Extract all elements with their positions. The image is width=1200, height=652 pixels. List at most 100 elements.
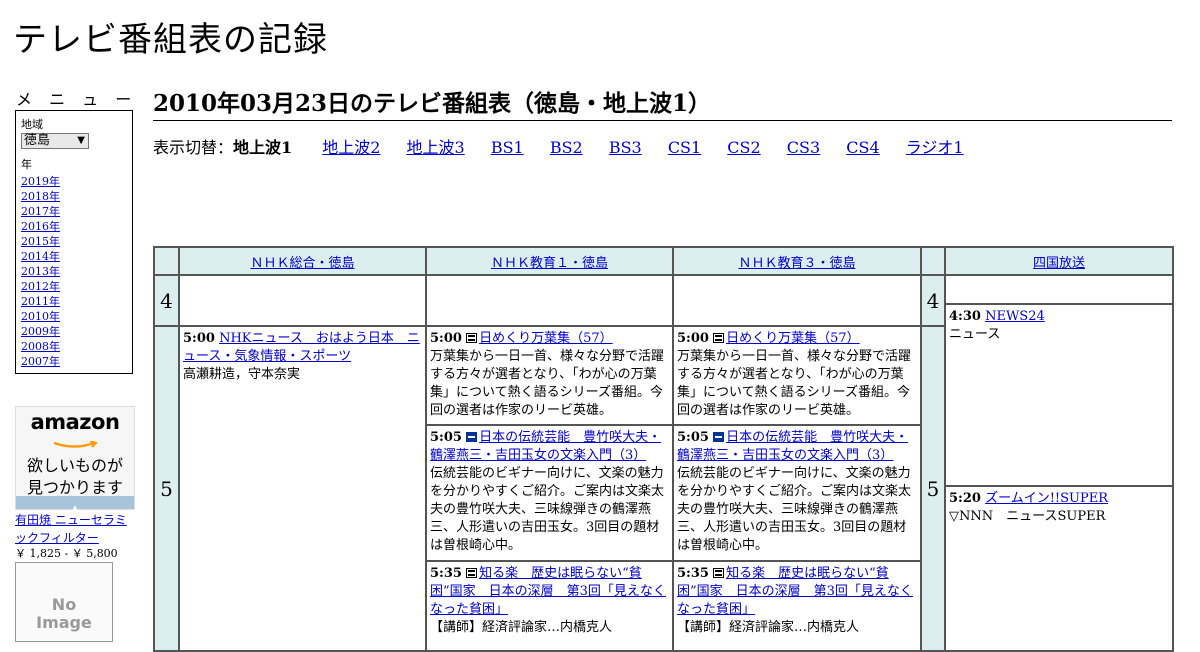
channel-link-nhk-edu1[interactable]: ＮＨＫ教育１・徳島 bbox=[491, 256, 608, 271]
region-select[interactable]: 徳島 ▼ bbox=[21, 133, 89, 149]
header-hour-cell bbox=[153, 246, 180, 276]
hour-label: 4 bbox=[153, 274, 180, 327]
amazon-smile-icon bbox=[53, 440, 98, 448]
year-link-2013[interactable]: 2013年 bbox=[21, 265, 60, 278]
program-description: 高瀬耕造，守本奈実 bbox=[183, 367, 301, 382]
program-description: ▽NNN ニュースSUPER bbox=[949, 509, 1106, 524]
view-link-terrestrial3[interactable]: 地上波3 bbox=[407, 138, 465, 157]
program-cell-empty bbox=[425, 274, 674, 327]
program-time: 5:35 bbox=[430, 566, 462, 581]
program-time: 5:05 bbox=[430, 430, 462, 445]
program-cell: 5:20 ズームイン!!SUPER ▽NNN ニュースSUPER bbox=[944, 485, 1174, 652]
hour-label: 5 bbox=[920, 325, 946, 652]
page-title: 2010年03月23日のテレビ番組表（徳島・地上波1） bbox=[153, 84, 1172, 121]
program-title-link[interactable]: 日めくり万葉集（57） bbox=[726, 331, 860, 346]
program-cell: 5:35 知る楽 歴史は眠らない“貧困”国家 日本の深層 第3回「見えなくなった… bbox=[672, 560, 922, 652]
program-cell: 5:00 NHKニュース おはよう日本 ニュース・気象情報・スポーツ 高瀬耕造，… bbox=[178, 325, 427, 652]
year-link-2018[interactable]: 2018年 bbox=[21, 190, 60, 203]
subtitle-icon bbox=[466, 432, 478, 442]
view-current: 地上波1 bbox=[233, 138, 293, 157]
program-description: 【講師】経済評論家…内橋克人 bbox=[430, 620, 613, 635]
program-time: 5:00 bbox=[183, 331, 215, 346]
amazon-ad-toggle-bar[interactable]: ▲ bbox=[16, 496, 134, 514]
year-link-2007[interactable]: 2007年 bbox=[21, 355, 60, 368]
program-cell: 5:00 日めくり万葉集（57） 万葉集から一日一首、様々な分野で活躍する方々が… bbox=[425, 325, 674, 426]
program-title-link[interactable]: 日本の伝統芸能 豊竹咲大夫・鶴澤燕三・吉田玉女の文楽入門（3） bbox=[677, 430, 908, 463]
program-cell-empty bbox=[944, 274, 1174, 305]
program-description: 万葉集から一日一首、様々な分野で活躍する方々が選者となり、「わが心の万葉集」につ… bbox=[430, 349, 665, 418]
channel-header: ＮＨＫ教育１・徳島 bbox=[425, 246, 674, 276]
year-label: 年 bbox=[21, 158, 32, 171]
channel-header: ＮＨＫ教育３・徳島 bbox=[672, 246, 922, 276]
program-time: 5:00 bbox=[677, 331, 709, 346]
year-link-2019[interactable]: 2019年 bbox=[21, 175, 60, 188]
program-time: 5:00 bbox=[430, 331, 462, 346]
year-link-2009[interactable]: 2009年 bbox=[21, 325, 60, 338]
program-description: 伝統芸能のビギナー向けに、文楽の魅力を分かりやすくご紹介。ご案内は文楽太夫の豊竹… bbox=[430, 466, 665, 553]
view-link-cs1[interactable]: CS1 bbox=[668, 138, 701, 157]
program-cell-empty bbox=[672, 274, 922, 327]
ad-product-link[interactable]: 有田焼 ニューセラミックフィルター bbox=[15, 511, 137, 547]
amazon-ad-copy: 欲しいものが 見つかります bbox=[16, 455, 134, 499]
program-cell: 5:00 日めくり万葉集（57） 万葉集から一日一首、様々な分野で活躍する方々が… bbox=[672, 325, 922, 426]
amazon-ad-copy-line1: 欲しいものが bbox=[26, 456, 123, 475]
channel-link-nhk-sogo[interactable]: ＮＨＫ総合・徳島 bbox=[250, 256, 354, 271]
program-time: 5:05 bbox=[677, 430, 709, 445]
channel-header: 四国放送 bbox=[944, 246, 1174, 276]
year-link-2017[interactable]: 2017年 bbox=[21, 205, 60, 218]
region-select-value: 徳島 bbox=[24, 133, 51, 148]
program-title-link[interactable]: 日本の伝統芸能 豊竹咲大夫・鶴澤燕三・吉田玉女の文楽入門（3） bbox=[430, 430, 661, 463]
program-title-link[interactable]: ズームイン!!SUPER bbox=[985, 491, 1108, 506]
view-link-bs2[interactable]: BS2 bbox=[550, 138, 583, 157]
year-link-2014[interactable]: 2014年 bbox=[21, 250, 60, 263]
hour-label: 4 bbox=[920, 274, 946, 327]
ji-icon bbox=[713, 333, 725, 343]
view-link-cs3[interactable]: CS3 bbox=[787, 138, 820, 157]
program-description: 万葉集から一日一首、様々な分野で活躍する方々が選者となり、「わが心の万葉集」につ… bbox=[677, 349, 912, 418]
view-link-bs3[interactable]: BS3 bbox=[609, 138, 642, 157]
ji-icon bbox=[466, 333, 478, 343]
amazon-logo: amazon bbox=[30, 410, 120, 434]
program-cell: 5:05 日本の伝統芸能 豊竹咲大夫・鶴澤燕三・吉田玉女の文楽入門（3） 伝統芸… bbox=[672, 424, 922, 562]
program-cell: 5:05 日本の伝統芸能 豊竹咲大夫・鶴澤燕三・吉田玉女の文楽入門（3） 伝統芸… bbox=[425, 424, 674, 562]
year-link-2015[interactable]: 2015年 bbox=[21, 235, 60, 248]
view-link-bs1[interactable]: BS1 bbox=[491, 138, 524, 157]
subtitle-icon bbox=[713, 432, 725, 442]
no-image-line2: Image bbox=[36, 613, 92, 632]
program-time: 4:30 bbox=[949, 309, 981, 324]
no-image-line1: No bbox=[51, 595, 77, 614]
program-cell-empty bbox=[178, 274, 427, 327]
program-grid: ＮＨＫ総合・徳島 ＮＨＫ教育１・徳島 ＮＨＫ教育３・徳島 四国放送 4 4 4:… bbox=[153, 246, 1174, 652]
dropdown-arrow-icon: ▼ bbox=[77, 135, 85, 146]
program-cell: 4:30 NEWS24 ニュース bbox=[944, 303, 1174, 487]
year-link-2008[interactable]: 2008年 bbox=[21, 340, 60, 353]
ji-icon bbox=[713, 568, 725, 578]
year-link-2010[interactable]: 2010年 bbox=[21, 310, 60, 323]
channel-link-nhk-edu3[interactable]: ＮＨＫ教育３・徳島 bbox=[738, 256, 855, 271]
year-link-2012[interactable]: 2012年 bbox=[21, 280, 60, 293]
ji-icon bbox=[466, 568, 478, 578]
program-title-link[interactable]: 日めくり万葉集（57） bbox=[479, 331, 613, 346]
hour-label: 5 bbox=[153, 325, 180, 652]
view-switcher: 表示切替：地上波1 地上波2 地上波3 BS1 BS2 BS3 CS1 CS2 … bbox=[153, 134, 985, 158]
no-image-placeholder[interactable]: No Image bbox=[15, 562, 113, 642]
year-link-2016[interactable]: 2016年 bbox=[21, 220, 60, 233]
view-link-terrestrial2[interactable]: 地上波2 bbox=[322, 138, 380, 157]
channel-header: ＮＨＫ総合・徳島 bbox=[178, 246, 427, 276]
program-title-link[interactable]: NEWS24 bbox=[985, 309, 1045, 324]
view-link-radio1[interactable]: ラジオ1 bbox=[906, 138, 964, 157]
program-cell: 5:35 知る楽 歴史は眠らない“貧困”国家 日本の深層 第3回「見えなくなった… bbox=[425, 560, 674, 652]
channel-link-shikoku[interactable]: 四国放送 bbox=[1033, 256, 1085, 271]
menu-heading: メ ニ ュ ー bbox=[16, 90, 138, 109]
program-time: 5:20 bbox=[949, 491, 981, 506]
view-link-cs4[interactable]: CS4 bbox=[846, 138, 879, 157]
menu-panel: 地域 徳島 ▼ 年 2019年 2018年 2017年 2016年 2015年 … bbox=[15, 110, 133, 374]
ad-product-price: ￥ 1,825 - ￥ 5,800 bbox=[15, 547, 118, 560]
program-title-link[interactable]: NHKニュース おはよう日本 ニュース・気象情報・スポーツ bbox=[183, 331, 420, 364]
amazon-ad-banner[interactable]: amazon 欲しいものが 見つかります プライバシーについて ▲ bbox=[15, 406, 135, 514]
year-link-2011[interactable]: 2011年 bbox=[21, 295, 60, 308]
view-link-cs2[interactable]: CS2 bbox=[727, 138, 760, 157]
program-time: 5:35 bbox=[677, 566, 709, 581]
year-list: 2019年 2018年 2017年 2016年 2015年 2014年 2013… bbox=[21, 174, 127, 369]
site-title: テレビ番組表の記録 bbox=[13, 20, 328, 60]
